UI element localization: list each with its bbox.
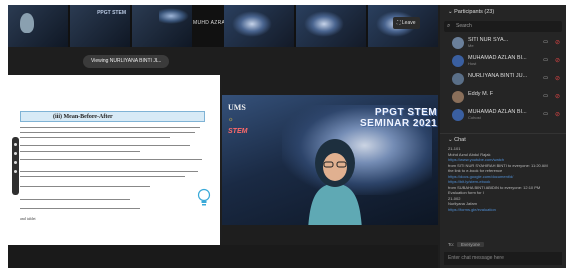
chat-messages: 21-101 Mohd Azrul Abdul Rajak https://www.… <box>448 146 562 212</box>
participant-name: NURLIYANA BINTI JU... <box>468 73 528 79</box>
muted-mic-icon[interactable]: ⊘ <box>555 111 560 118</box>
viewing-share-label[interactable]: Viewing NURLIYANA BINTI JL.. <box>83 55 170 68</box>
muted-mic-icon[interactable]: ⊘ <box>555 75 560 82</box>
leave-button[interactable]: ⛶ Leave <box>393 17 420 29</box>
ums-logo: UMS <box>228 103 246 112</box>
participant-row[interactable]: Eddy M. F ▭ ⊘ <box>440 88 566 106</box>
muted-mic-icon[interactable]: ⊘ <box>555 39 560 46</box>
camera-icon[interactable]: ▭ <box>543 111 548 117</box>
participant-name: SITI NUR SYA... <box>468 37 509 43</box>
participant-search-input[interactable]: Search <box>444 21 562 32</box>
participant-row[interactable]: NURLIYANA BINTI JU... ▭ ⊘ <box>440 70 566 88</box>
document-text-line <box>20 199 130 200</box>
camera-icon[interactable]: ▭ <box>543 75 548 81</box>
document-equation-line <box>20 159 202 160</box>
seminar-title: PPGT STEM SEMINAR 2021 <box>360 107 438 129</box>
document-equation-line <box>20 186 150 187</box>
document-footer-text: and tablet <box>20 216 36 221</box>
video-thumbnail[interactable] <box>132 5 192 47</box>
recipient-dropdown[interactable]: Everyone <box>457 242 485 247</box>
speaker-video: UMS ☼ STEM PPGT STEM SEMINAR 2021 <box>222 95 438 225</box>
meeting-controls-bar <box>8 245 438 268</box>
document-text-line <box>20 145 190 146</box>
document-text-line <box>20 176 185 177</box>
document-text-line <box>20 151 140 152</box>
video-thumbnail[interactable] <box>296 5 366 47</box>
participants-header[interactable]: ⌄ Participants (23) <box>440 5 566 19</box>
document-section-title: (iii) Mean-Before-After <box>20 111 205 122</box>
document-text-line <box>20 132 195 133</box>
participant-name: MUHAMAD AZLAN BI... <box>468 109 527 115</box>
chat-link[interactable]: https://forms.gle/evaluation <box>448 207 562 213</box>
avatar <box>452 55 464 67</box>
lightbulb-icon <box>197 188 211 206</box>
muted-mic-icon[interactable]: ⊘ <box>555 57 560 64</box>
chat-header[interactable]: ⌄ Chat <box>440 133 566 145</box>
annotation-toolbar[interactable] <box>12 137 19 195</box>
participant-name: Eddy M. F <box>468 91 494 97</box>
video-thumbnail[interactable] <box>224 5 294 47</box>
participant-row[interactable]: SITI NUR SYA... Me ▭ ⊘ <box>440 34 566 52</box>
document-text-line <box>20 137 170 138</box>
document-equation-line <box>20 208 140 209</box>
side-panel: ⌄ Participants (23) Search SITI NUR SYA.… <box>440 5 566 268</box>
participant-list: SITI NUR SYA... Me ▭ ⊘ MUHAMAD AZLAN BI... Ho… <box>440 34 566 124</box>
chat-input[interactable]: Enter chat message here <box>444 252 562 265</box>
camera-icon[interactable]: ▭ <box>543 39 548 45</box>
avatar <box>452 73 464 85</box>
partner-logo: ☼ <box>228 117 234 123</box>
zoom-window: PPGT STEM MUHD AZRAI BIN MOH... ⛶ Leave … <box>8 5 566 268</box>
avatar <box>452 91 464 103</box>
camera-icon[interactable]: ▭ <box>543 93 548 99</box>
document-text-line <box>20 127 200 128</box>
chat-recipient[interactable]: To: Everyone <box>448 242 485 247</box>
muted-mic-icon[interactable]: ⊘ <box>555 93 560 100</box>
stem-logo: STEM <box>228 128 248 135</box>
participant-role: Me <box>468 43 474 48</box>
participant-row[interactable]: MUHAMAD AZLAN BI... Host ▭ ⊘ <box>440 52 566 70</box>
document-text-line <box>20 171 198 172</box>
participant-role: Host <box>468 61 477 66</box>
speaker-person <box>308 139 362 225</box>
avatar <box>452 109 464 121</box>
video-thumbnail[interactable] <box>8 5 68 47</box>
participant-row[interactable]: MUHAMAD AZLAN BI... Cohost ▭ ⊘ <box>440 106 566 124</box>
participant-role: Cohost <box>468 115 481 120</box>
video-thumbnail[interactable]: PPGT STEM <box>70 5 130 47</box>
avatar <box>452 37 464 49</box>
participant-name: MUHAMAD AZLAN BI... <box>468 55 527 61</box>
shared-document: (iii) Mean-Before-After and tablet <box>8 75 220 245</box>
camera-icon[interactable]: ▭ <box>543 57 548 63</box>
